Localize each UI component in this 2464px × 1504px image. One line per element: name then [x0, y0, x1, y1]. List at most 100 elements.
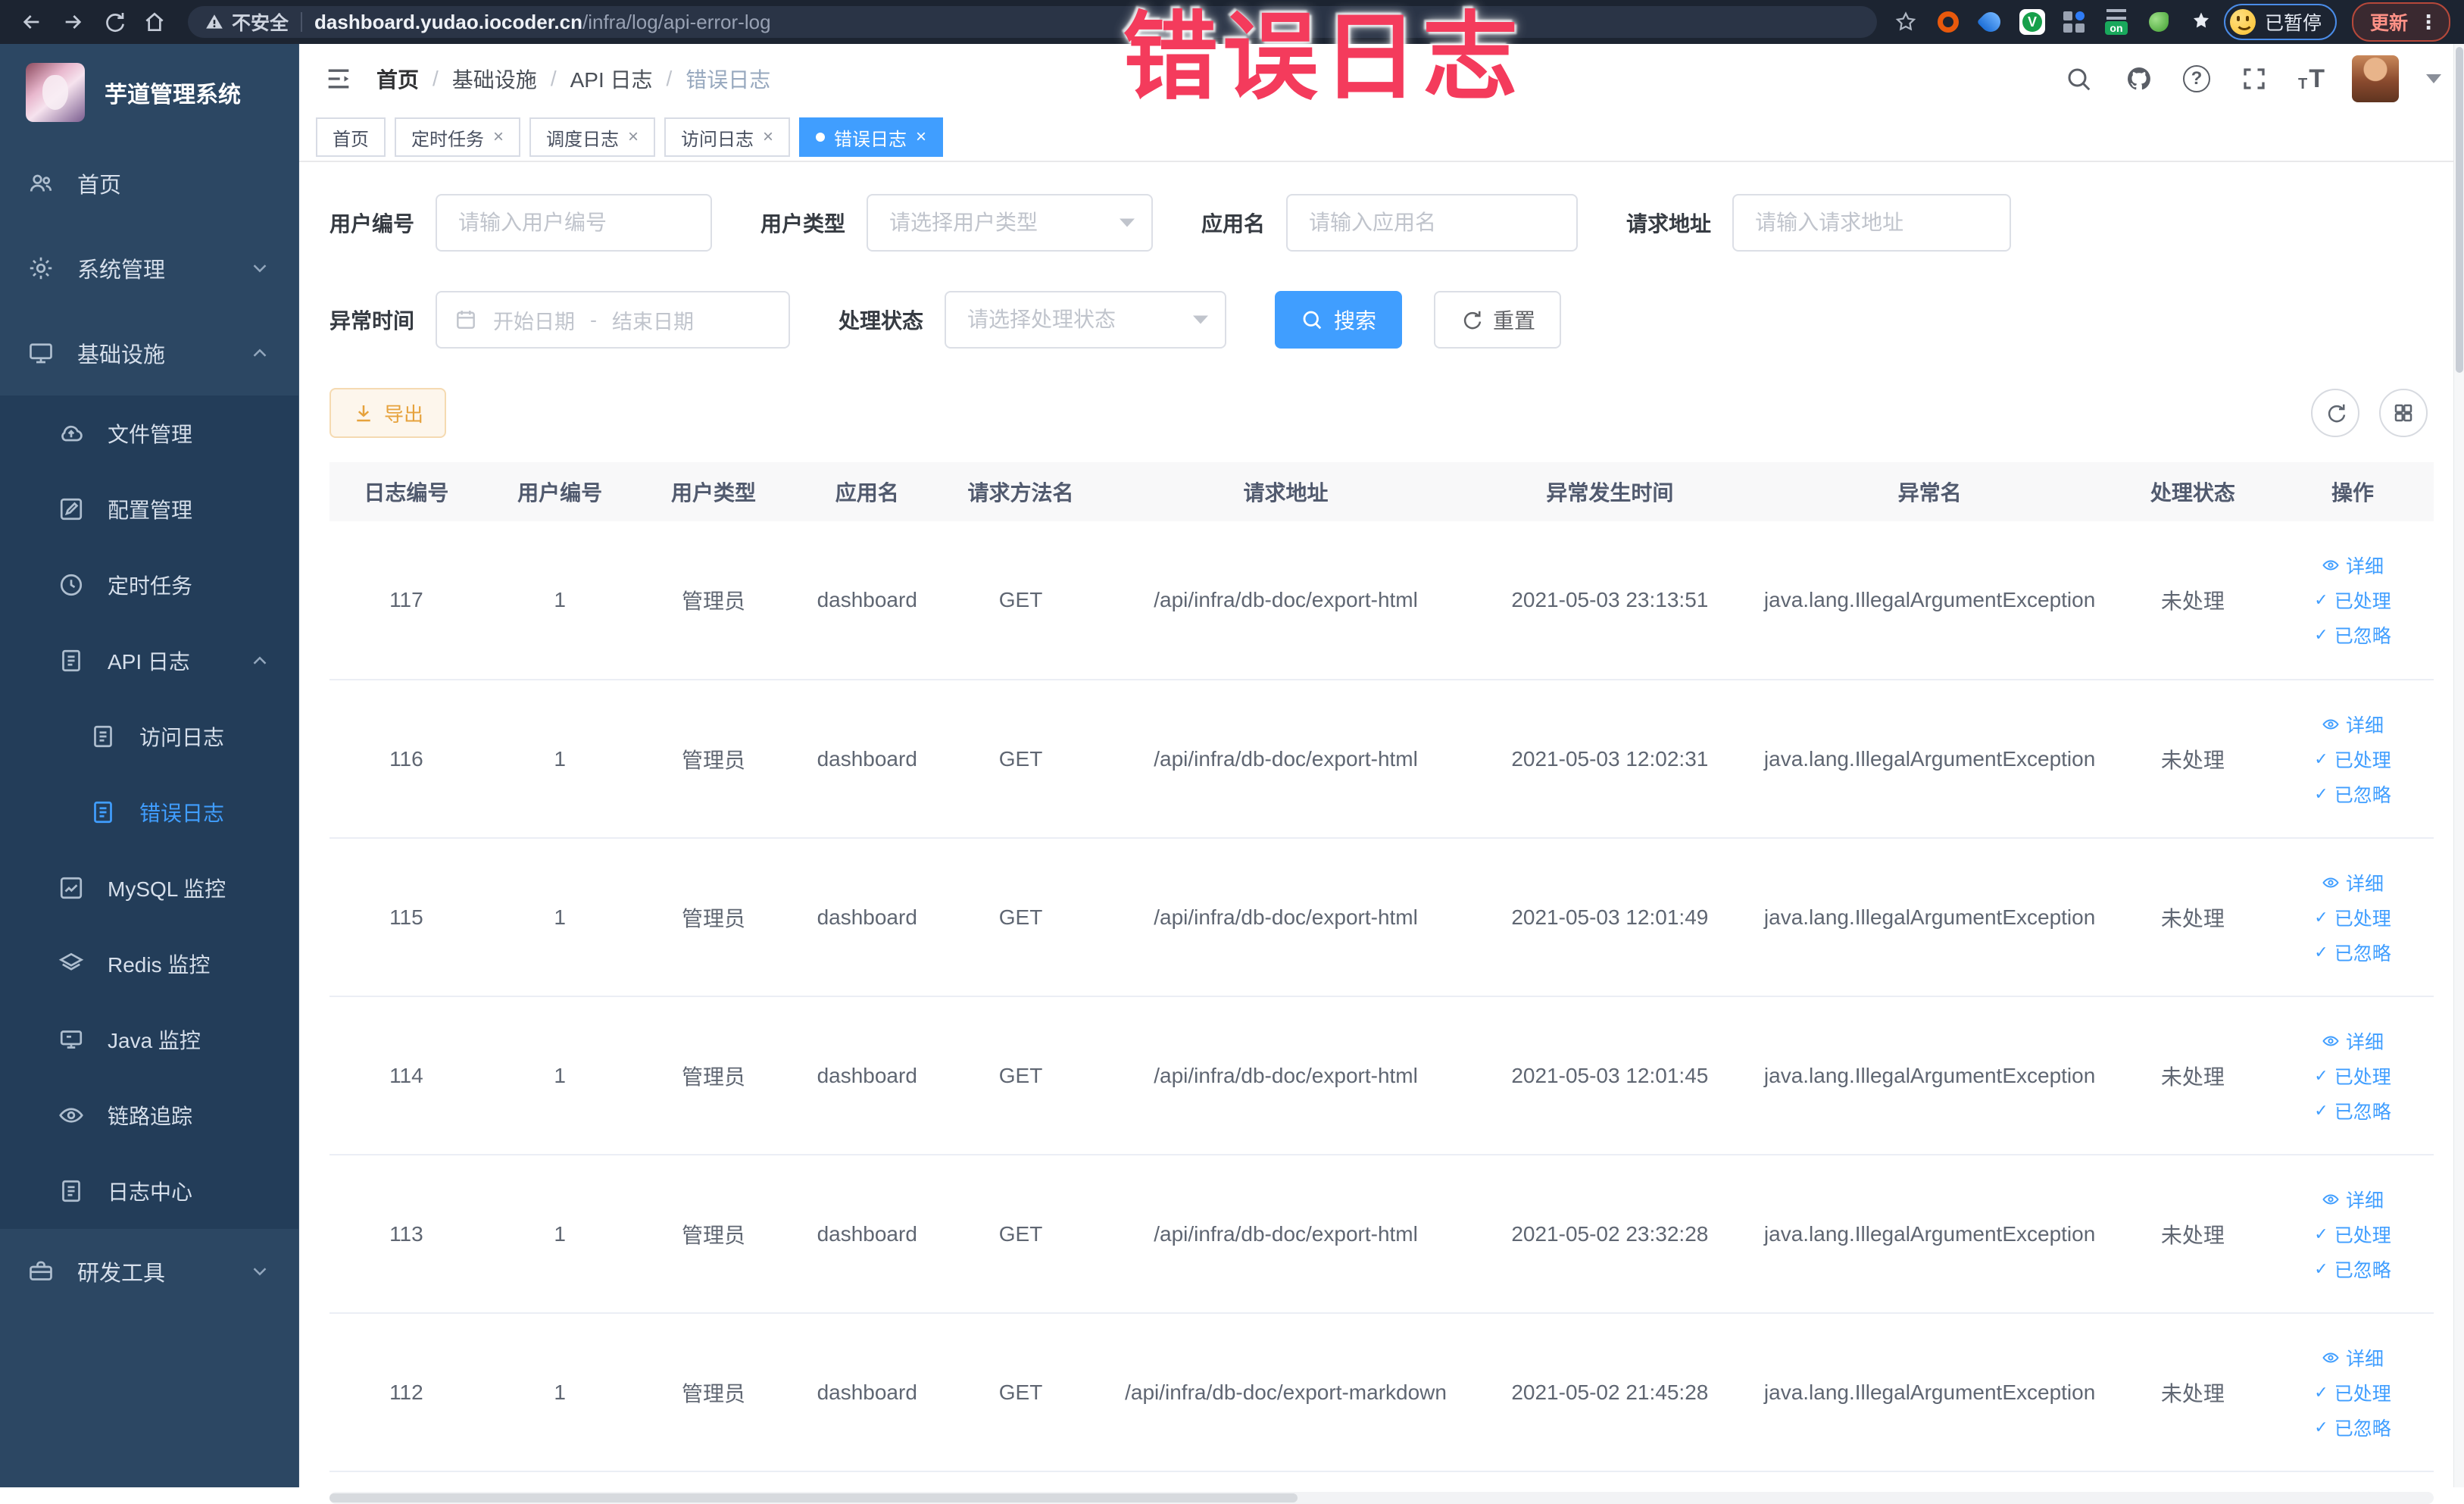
close-icon[interactable]: ×	[493, 128, 504, 146]
address-bar[interactable]: 不安全 dashboard.yudao.iocoder.cn/infra/log…	[188, 6, 1877, 38]
mark-processed-link[interactable]: ✓ 已处理	[2314, 746, 2391, 773]
security-status[interactable]: 不安全	[205, 8, 289, 36]
horizontal-scrollbar[interactable]	[329, 1492, 2434, 1504]
check-icon: ✓	[2314, 1224, 2328, 1243]
browser-toolbar: 不安全 dashboard.yudao.iocoder.cn/infra/log…	[0, 0, 2464, 44]
mark-ignored-link[interactable]: ✓ 已忽略	[2314, 621, 2391, 649]
search-button[interactable]: 搜索	[1275, 291, 1403, 349]
process-status-select[interactable]	[945, 291, 1227, 349]
column-settings-button[interactable]	[2379, 389, 2428, 437]
sidebar-item-infra[interactable]: 基础设施	[0, 311, 298, 396]
filter-row-2: 异常时间 开始日期 - 结束日期 处理状态 请选择处理状态 搜索 重置	[329, 291, 2434, 349]
mark-ignored-link[interactable]: ✓ 已忽略	[2314, 1255, 2391, 1283]
mark-processed-link[interactable]: ✓ 已处理	[2314, 1221, 2391, 1248]
sidebar-item-devtools[interactable]: 研发工具	[0, 1229, 298, 1314]
tag-home[interactable]: 首页	[316, 117, 386, 157]
app-name-input[interactable]	[1286, 194, 1579, 252]
sidebar-item-api-log[interactable]: API 日志	[0, 623, 298, 699]
close-icon[interactable]: ×	[763, 128, 773, 146]
browser-update-button[interactable]: 更新 ⋮	[2351, 2, 2450, 42]
sidebar-item-access-log[interactable]: 访问日志	[0, 699, 298, 774]
sidebar-item-mysql-monitor[interactable]: MySQL 监控	[0, 850, 298, 926]
sidebar-item-system[interactable]: 系统管理	[0, 226, 298, 311]
app-header: 首页 / 基础设施 / API 日志 / 错误日志 ? TT	[299, 44, 2464, 114]
font-size-icon[interactable]: TT	[2298, 66, 2325, 92]
cell-method: GET	[944, 996, 1098, 1155]
cell-status: 未处理	[2113, 521, 2272, 680]
close-icon[interactable]: ×	[628, 128, 639, 146]
sidebar-item-trace[interactable]: 链路追踪	[0, 1077, 298, 1153]
sidebar-item-scheduled-job[interactable]: 定时任务	[0, 547, 298, 623]
refresh-icon	[2324, 402, 2347, 424]
mark-processed-link[interactable]: ✓ 已处理	[2314, 1062, 2391, 1090]
close-icon[interactable]: ×	[916, 128, 926, 146]
mark-processed-link[interactable]: ✓ 已处理	[2314, 586, 2391, 614]
layers-icon	[58, 950, 85, 977]
sidebar-item-java-monitor[interactable]: Java 监控	[0, 1002, 298, 1077]
mark-processed-link[interactable]: ✓ 已处理	[2314, 1379, 2391, 1406]
breadcrumb-infra[interactable]: 基础设施	[452, 64, 537, 94]
detail-link[interactable]: 详细	[2322, 869, 2384, 896]
fullscreen-icon[interactable]	[2238, 62, 2271, 95]
user-id-input[interactable]	[436, 194, 713, 252]
reload-icon[interactable]	[95, 5, 132, 39]
mark-processed-link[interactable]: ✓ 已处理	[2314, 904, 2391, 931]
forward-icon[interactable]	[55, 5, 91, 39]
sidebar-collapse-icon[interactable]	[322, 62, 355, 95]
vertical-scrollbar-thumb[interactable]	[2456, 47, 2463, 373]
mark-ignored-link[interactable]: ✓ 已忽略	[2314, 939, 2391, 966]
home-icon[interactable]	[136, 5, 173, 39]
tag-error-log[interactable]: 错误日志 ×	[799, 117, 944, 157]
app-logo-row[interactable]: 芋道管理系统	[0, 44, 298, 141]
sidebar-item-file-manage[interactable]: 文件管理	[0, 396, 298, 471]
date-range-picker[interactable]: 开始日期 - 结束日期	[436, 291, 791, 349]
user-avatar[interactable]	[2352, 55, 2399, 102]
sidebar-item-config-manage[interactable]: 配置管理	[0, 471, 298, 547]
vertical-scrollbar[interactable]	[2453, 44, 2464, 1487]
reset-button[interactable]: 重置	[1434, 291, 1562, 349]
extension-icon-leaf[interactable]	[2145, 8, 2172, 36]
extension-icon-green-v[interactable]: V	[2019, 9, 2045, 35]
extension-icon-blue-drop[interactable]	[1976, 8, 2005, 36]
help-icon[interactable]: ?	[2183, 65, 2210, 92]
extension-icon-orange-ring[interactable]	[1935, 8, 1962, 36]
process-status-input[interactable]	[945, 291, 1227, 349]
chevron-up-icon	[248, 649, 271, 672]
bookmark-star-icon[interactable]	[1892, 8, 1919, 36]
tag-scheduled-job[interactable]: 定时任务 ×	[395, 117, 521, 157]
back-icon[interactable]	[14, 5, 50, 39]
breadcrumb-api-log[interactable]: API 日志	[570, 64, 653, 94]
tag-schedule-log[interactable]: 调度日志 ×	[529, 117, 656, 157]
detail-link[interactable]: 详细	[2322, 1186, 2384, 1213]
cell-user-id: 1	[482, 1155, 637, 1314]
mark-ignored-link[interactable]: ✓ 已忽略	[2314, 1414, 2391, 1441]
extension-paused-badge[interactable]: 已暂停	[2223, 4, 2337, 40]
cell-user-id: 1	[482, 838, 637, 997]
browser-menu-icon[interactable]: ⋮	[2419, 12, 2438, 33]
search-icon[interactable]	[2062, 62, 2095, 95]
sidebar-item-log-center[interactable]: 日志中心	[0, 1153, 298, 1229]
extension-icon-on-toggle[interactable]: on	[2103, 8, 2130, 36]
user-type-input[interactable]	[867, 194, 1154, 252]
avatar-caret-icon[interactable]	[2426, 74, 2441, 83]
breadcrumb-separator: /	[550, 67, 557, 90]
detail-link[interactable]: 详细	[2322, 711, 2384, 738]
mark-ignored-link[interactable]: ✓ 已忽略	[2314, 1097, 2391, 1124]
user-type-select[interactable]	[867, 194, 1154, 252]
request-url-input[interactable]	[1732, 194, 2012, 252]
horizontal-scrollbar-thumb[interactable]	[329, 1493, 1298, 1502]
export-button[interactable]: 导出	[329, 388, 447, 438]
extension-icon-grid[interactable]	[2060, 8, 2088, 36]
extension-icon-puzzle[interactable]	[2188, 8, 2215, 36]
detail-link[interactable]: 详细	[2322, 1027, 2384, 1055]
sidebar-item-error-log[interactable]: 错误日志	[0, 774, 298, 850]
detail-link[interactable]: 详细	[2322, 552, 2384, 579]
detail-link[interactable]: 详细	[2322, 1344, 2384, 1371]
refresh-table-button[interactable]	[2311, 389, 2359, 437]
mark-ignored-link[interactable]: ✓ 已忽略	[2314, 780, 2391, 808]
breadcrumb-home[interactable]: 首页	[376, 64, 419, 94]
sidebar-item-home[interactable]: 首页	[0, 141, 298, 226]
tag-access-log[interactable]: 访问日志 ×	[664, 117, 791, 157]
sidebar-item-redis-monitor[interactable]: Redis 监控	[0, 926, 298, 1002]
github-icon[interactable]	[2122, 62, 2156, 95]
